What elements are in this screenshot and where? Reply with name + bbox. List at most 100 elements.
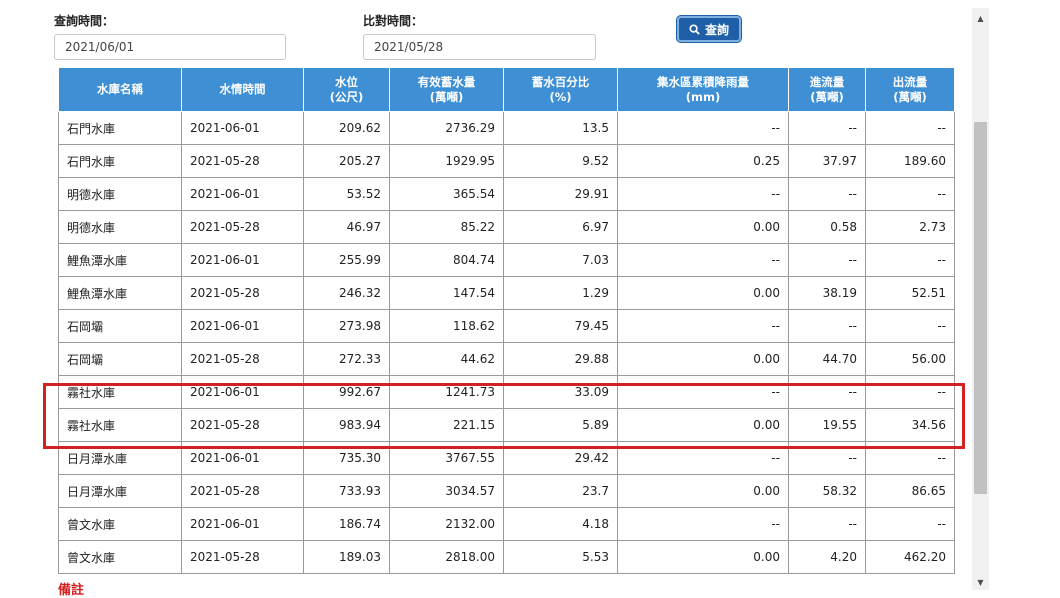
cell-name: 日月潭水庫 — [58, 474, 182, 508]
cell-time: 2021-05-28 — [181, 276, 304, 310]
cell-inflow: -- — [788, 507, 866, 541]
scrollbar-thumb[interactable] — [974, 122, 987, 494]
cell-outflow: 56.00 — [865, 342, 955, 376]
cell-name: 明德水庫 — [58, 210, 182, 244]
cell-water-level: 53.52 — [303, 177, 390, 211]
cell-storage-percent: 13.5 — [503, 111, 618, 145]
cell-inflow: 37.97 — [788, 144, 866, 178]
cell-time: 2021-06-01 — [181, 375, 304, 409]
cell-outflow: 34.56 — [865, 408, 955, 442]
header-storage-percent: 蓄水百分比 (%) — [503, 67, 618, 112]
cell-storage-percent: 29.91 — [503, 177, 618, 211]
cell-water-level: 189.03 — [303, 540, 390, 574]
cell-time: 2021-05-28 — [181, 474, 304, 508]
cell-name: 霧社水庫 — [58, 408, 182, 442]
header-effective-storage: 有效蓄水量 (萬噸) — [389, 67, 504, 112]
cell-time: 2021-06-01 — [181, 243, 304, 277]
cell-storage-percent: 1.29 — [503, 276, 618, 310]
cell-storage-percent: 29.42 — [503, 441, 618, 475]
cell-name: 鯉魚潭水庫 — [58, 276, 182, 310]
cell-effective-storage: 3767.55 — [389, 441, 504, 475]
table-row: 鯉魚潭水庫 2021-06-01 255.99 804.74 7.03 -- -- -- — [58, 243, 955, 277]
cell-rainfall: 0.00 — [617, 342, 789, 376]
search-button[interactable]: 查詢 — [677, 16, 741, 42]
cell-rainfall: -- — [617, 243, 789, 277]
cell-outflow: 462.20 — [865, 540, 955, 574]
search-icon — [689, 23, 700, 35]
cell-rainfall: 0.00 — [617, 540, 789, 574]
cell-effective-storage: 118.62 — [389, 309, 504, 343]
scroll-down-arrow-icon[interactable]: ▼ — [972, 574, 989, 590]
query-time-input[interactable] — [54, 34, 286, 60]
cell-outflow: -- — [865, 507, 955, 541]
cell-time: 2021-06-01 — [181, 507, 304, 541]
cell-rainfall: -- — [617, 309, 789, 343]
header-outflow: 出流量 (萬噸) — [865, 67, 955, 112]
cell-inflow: -- — [788, 441, 866, 475]
cell-water-level: 735.30 — [303, 441, 390, 475]
cell-outflow: 52.51 — [865, 276, 955, 310]
cell-name: 石門水庫 — [58, 111, 182, 145]
cell-effective-storage: 221.15 — [389, 408, 504, 442]
cell-water-level: 983.94 — [303, 408, 390, 442]
cell-storage-percent: 33.09 — [503, 375, 618, 409]
cell-water-level: 186.74 — [303, 507, 390, 541]
cell-water-level: 246.32 — [303, 276, 390, 310]
header-rainfall: 集水區累積降雨量 (mm) — [617, 67, 789, 112]
cell-inflow: -- — [788, 243, 866, 277]
cell-rainfall: -- — [617, 111, 789, 145]
table-row: 日月潭水庫 2021-05-28 733.93 3034.57 23.7 0.00 58.3… — [58, 474, 955, 508]
cell-time: 2021-06-01 — [181, 111, 304, 145]
cell-outflow: 86.65 — [865, 474, 955, 508]
cell-inflow: -- — [788, 111, 866, 145]
cell-rainfall: 0.00 — [617, 408, 789, 442]
table-row: 曾文水庫 2021-05-28 189.03 2818.00 5.53 0.00 4.20 4… — [58, 540, 955, 574]
scroll-up-arrow-icon[interactable]: ▲ — [972, 10, 989, 26]
cell-water-level: 205.27 — [303, 144, 390, 178]
cell-name: 石岡壩 — [58, 309, 182, 343]
cell-inflow: 38.19 — [788, 276, 866, 310]
cell-water-level: 209.62 — [303, 111, 390, 145]
cell-name: 日月潭水庫 — [58, 441, 182, 475]
cell-name: 鯉魚潭水庫 — [58, 243, 182, 277]
table-row: 霧社水庫 2021-06-01 992.67 1241.73 33.09 -- -- -- — [58, 375, 955, 409]
cell-outflow: 2.73 — [865, 210, 955, 244]
cell-outflow: -- — [865, 177, 955, 211]
query-time-label: 查詢時間： — [54, 14, 115, 28]
table-row: 石門水庫 2021-06-01 209.62 2736.29 13.5 -- -- -- — [58, 111, 955, 145]
cell-water-level: 46.97 — [303, 210, 390, 244]
cell-effective-storage: 1929.95 — [389, 144, 504, 178]
search-button-label: 查詢 — [704, 22, 729, 37]
cell-storage-percent: 29.88 — [503, 342, 618, 376]
cell-outflow: -- — [865, 243, 955, 277]
cell-water-level: 992.67 — [303, 375, 390, 409]
cell-rainfall: 0.00 — [617, 276, 789, 310]
cell-outflow: -- — [865, 111, 955, 145]
cell-storage-percent: 23.7 — [503, 474, 618, 508]
header-water-level: 水位 (公尺) — [303, 67, 390, 112]
cell-inflow: -- — [788, 177, 866, 211]
compare-time-input[interactable] — [363, 34, 596, 60]
cell-effective-storage: 3034.57 — [389, 474, 504, 508]
header-name: 水庫名稱 — [58, 67, 182, 112]
cell-outflow: -- — [865, 441, 955, 475]
cell-effective-storage: 2132.00 — [389, 507, 504, 541]
table-row: 石岡壩 2021-06-01 273.98 118.62 79.45 -- -- -- — [58, 309, 955, 343]
table-row: 明德水庫 2021-06-01 53.52 365.54 29.91 -- -- -- — [58, 177, 955, 211]
cell-water-level: 255.99 — [303, 243, 390, 277]
cell-name: 霧社水庫 — [58, 375, 182, 409]
compare-time-label: 比對時間： — [363, 14, 424, 28]
cell-outflow: 189.60 — [865, 144, 955, 178]
cell-effective-storage: 2818.00 — [389, 540, 504, 574]
cell-storage-percent: 9.52 — [503, 144, 618, 178]
cell-outflow: -- — [865, 375, 955, 409]
cell-time: 2021-06-01 — [181, 441, 304, 475]
cell-time: 2021-06-01 — [181, 309, 304, 343]
table-row: 日月潭水庫 2021-06-01 735.30 3767.55 29.42 -- -- -- — [58, 441, 955, 475]
cell-effective-storage: 2736.29 — [389, 111, 504, 145]
table-row: 石門水庫 2021-05-28 205.27 1929.95 9.52 0.25 37.97… — [58, 144, 955, 178]
cell-time: 2021-05-28 — [181, 210, 304, 244]
cell-inflow: 4.20 — [788, 540, 866, 574]
cell-storage-percent: 6.97 — [503, 210, 618, 244]
cell-outflow: -- — [865, 309, 955, 343]
